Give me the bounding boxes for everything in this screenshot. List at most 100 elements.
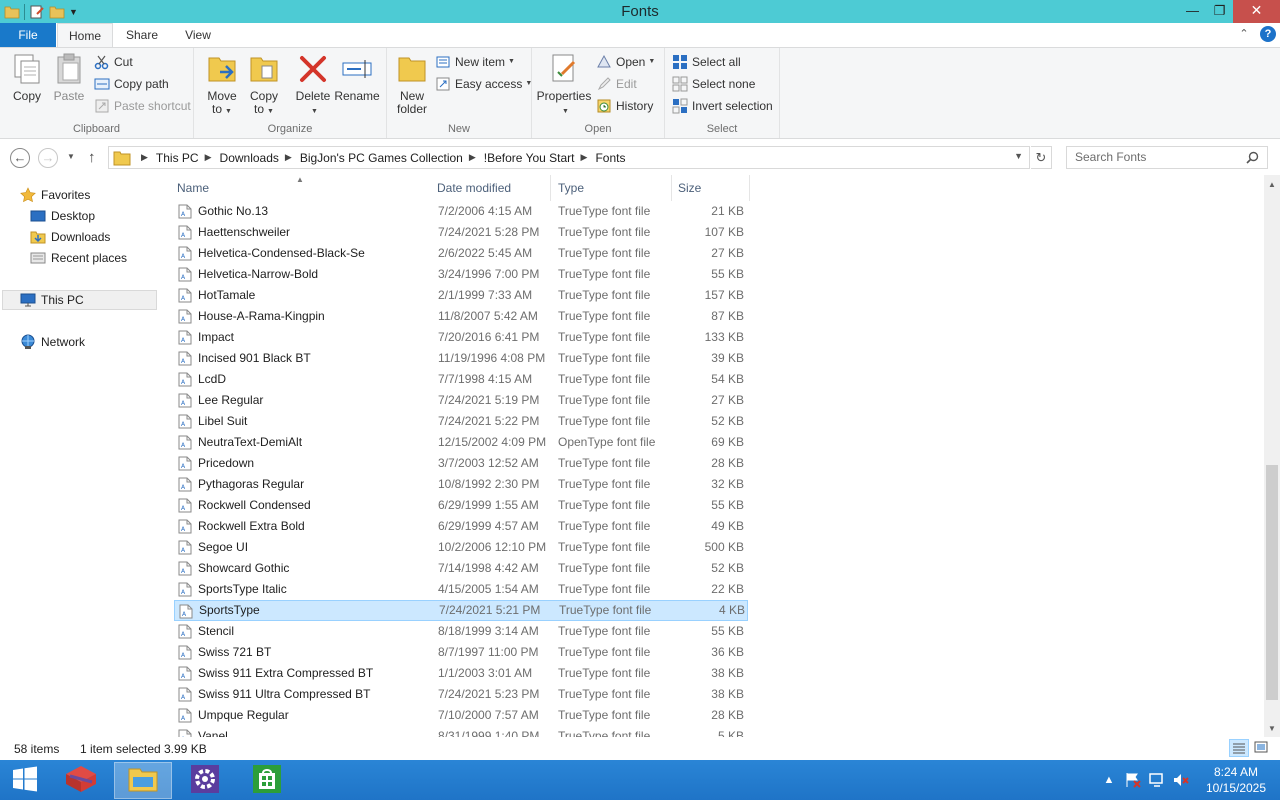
address-bar[interactable]: ▶ This PC ▶ Downloads ▶ BigJon's PC Game…: [108, 146, 1030, 169]
address-dropdown-icon[interactable]: ▼: [1014, 151, 1023, 161]
up-button[interactable]: ↑: [88, 149, 96, 166]
tab-share[interactable]: Share: [118, 23, 166, 47]
breadcrumb-downloads[interactable]: Downloads: [220, 151, 279, 165]
volume-muted-icon[interactable]: [1172, 771, 1190, 789]
scrollbar-thumb[interactable]: [1266, 465, 1278, 700]
file-row[interactable]: A Helvetica-Narrow-Bold 3/24/1996 7:00 PM T…: [174, 264, 748, 285]
back-button[interactable]: ←: [10, 148, 30, 168]
easy-access-button[interactable]: Easy access ▼: [435, 74, 532, 94]
taskbar-clock[interactable]: 8:24 AM 10/15/2025: [1196, 764, 1276, 796]
action-center-flag-icon[interactable]: [1124, 771, 1142, 789]
history-button[interactable]: History: [596, 96, 653, 116]
breadcrumb-fonts[interactable]: Fonts: [595, 151, 625, 165]
tab-home[interactable]: Home: [57, 23, 113, 47]
breadcrumb-separator-icon[interactable]: ▶: [141, 152, 148, 163]
new-folder-button[interactable]: New folder: [393, 52, 431, 116]
maximize-button[interactable]: ❐: [1206, 0, 1233, 23]
breadcrumb-separator-icon[interactable]: ▶: [285, 152, 292, 163]
taskbar-file-explorer[interactable]: [114, 762, 172, 799]
scroll-up-icon[interactable]: ▲: [1264, 177, 1280, 193]
minimize-button[interactable]: —: [1179, 0, 1206, 23]
nav-recent-places[interactable]: Recent places: [30, 248, 127, 268]
file-row[interactable]: A SportsType 7/24/2021 5:21 PM TrueType fon…: [174, 600, 748, 621]
tab-file[interactable]: File: [0, 23, 56, 47]
edit-button[interactable]: Edit: [596, 74, 637, 94]
nav-this-pc[interactable]: This PC: [2, 290, 157, 310]
nav-favorites[interactable]: Favorites: [20, 185, 90, 205]
move-to-button[interactable]: Move to ▼: [202, 52, 242, 118]
file-row[interactable]: A Swiss 721 BT 8/7/1997 11:00 PM TrueType f…: [174, 642, 748, 663]
file-row[interactable]: A Rockwell Condensed 6/29/1999 1:55 AM True…: [174, 495, 748, 516]
help-icon[interactable]: ?: [1260, 26, 1276, 42]
file-row[interactable]: A Umpque Regular 7/10/2000 7:57 AM TrueType…: [174, 705, 748, 726]
column-header-size[interactable]: Size: [666, 175, 750, 201]
breadcrumb-separator-icon[interactable]: ▶: [205, 152, 212, 163]
file-row[interactable]: A LcdD 7/7/1998 4:15 AM TrueType font file 5…: [174, 369, 748, 390]
file-row[interactable]: A Stencil 8/18/1999 3:14 AM TrueType font f…: [174, 621, 748, 642]
large-icons-view-icon[interactable]: [1252, 739, 1272, 757]
select-none-button[interactable]: Select none: [672, 74, 755, 94]
nav-downloads[interactable]: Downloads: [30, 227, 110, 247]
file-row[interactable]: A Lee Regular 7/24/2021 5:19 PM TrueType fo…: [174, 390, 748, 411]
file-size: 38 KB: [711, 666, 744, 680]
file-row[interactable]: A HotTamale 2/1/1999 7:33 AM TrueType font …: [174, 285, 748, 306]
column-header-type[interactable]: Type: [546, 175, 672, 201]
search-input[interactable]: Search Fonts: [1066, 146, 1268, 169]
start-button[interactable]: [0, 762, 50, 799]
file-row[interactable]: A Gothic No.13 7/2/2006 4:15 AM TrueType fo…: [174, 201, 748, 222]
file-row[interactable]: A House-A-Rama-Kingpin 11/8/2007 5:42 AM Tr…: [174, 306, 748, 327]
file-row[interactable]: A Swiss 911 Extra Compressed BT 1/1/2003 3…: [174, 663, 748, 684]
file-row[interactable]: A Showcard Gothic 7/14/1998 4:42 AM TrueTyp…: [174, 558, 748, 579]
breadcrumb-before-you-start[interactable]: !Before You Start: [484, 151, 575, 165]
tab-view[interactable]: View: [174, 23, 222, 47]
file-row[interactable]: A Incised 901 Black BT 11/19/1996 4:08 PM T…: [174, 348, 748, 369]
taskbar-winrar[interactable]: [52, 762, 110, 799]
invert-selection-button[interactable]: Invert selection: [672, 96, 773, 116]
file-row[interactable]: A Vanel 8/31/1999 1:40 PM TrueType font fil…: [174, 726, 748, 737]
nav-desktop[interactable]: Desktop: [30, 206, 95, 226]
refresh-button[interactable]: ↻: [1031, 146, 1052, 169]
paste-button[interactable]: Paste: [50, 52, 88, 103]
folder-icon: [113, 150, 131, 166]
rename-button[interactable]: Rename: [334, 52, 380, 103]
file-row[interactable]: A Swiss 911 Ultra Compressed BT 7/24/2021 …: [174, 684, 748, 705]
nav-network[interactable]: Network: [20, 332, 85, 352]
delete-button[interactable]: Delete ▼: [292, 52, 334, 118]
breadcrumb-separator-icon[interactable]: ▶: [581, 152, 588, 163]
column-header-date-modified[interactable]: Date modified: [425, 175, 551, 201]
paste-shortcut-button[interactable]: Paste shortcut: [94, 96, 191, 116]
show-hidden-icons-icon[interactable]: ▲: [1100, 771, 1118, 789]
open-button[interactable]: Open ▼: [596, 52, 655, 72]
file-row[interactable]: A Impact 7/20/2016 6:41 PM TrueType font fi…: [174, 327, 748, 348]
file-row[interactable]: A NeutraText-DemiAlt 12/15/2002 4:09 PM Ope…: [174, 432, 748, 453]
minimize-ribbon-icon[interactable]: ⌃: [1236, 26, 1252, 42]
forward-button[interactable]: →: [38, 148, 58, 168]
taskbar-control-panel[interactable]: [176, 762, 234, 799]
copy-to-button[interactable]: Copy to ▼: [244, 52, 284, 118]
copy-path-button[interactable]: Copy path: [94, 74, 169, 94]
file-row[interactable]: A SportsType Italic 4/15/2005 1:54 AM TrueT…: [174, 579, 748, 600]
file-row[interactable]: A Helvetica-Condensed-Black-Se 2/6/2022 5:…: [174, 243, 748, 264]
scroll-down-icon[interactable]: ▼: [1264, 721, 1280, 737]
breadcrumb-this-pc[interactable]: This PC: [156, 151, 199, 165]
file-row[interactable]: A Pricedown 3/7/2003 12:52 AM TrueType font…: [174, 453, 748, 474]
start-icon: [12, 766, 38, 795]
properties-button[interactable]: Properties ▼: [536, 52, 592, 118]
close-button[interactable]: ✕: [1233, 0, 1280, 23]
recent-locations-button[interactable]: ▼: [67, 152, 75, 161]
file-row[interactable]: A Pythagoras Regular 10/8/1992 2:30 PM True…: [174, 474, 748, 495]
file-row[interactable]: A Rockwell Extra Bold 6/29/1999 4:57 AM Tru…: [174, 516, 748, 537]
cut-button[interactable]: Cut: [94, 52, 133, 72]
vertical-scrollbar[interactable]: ▲ ▼: [1264, 175, 1280, 737]
new-item-button[interactable]: New item ▼: [435, 52, 515, 72]
breadcrumb-games-collection[interactable]: BigJon's PC Games Collection: [300, 151, 463, 165]
file-row[interactable]: A Haettenschweiler 7/24/2021 5:28 PM TrueTy…: [174, 222, 748, 243]
copy-button[interactable]: Copy: [8, 52, 46, 103]
details-view-icon[interactable]: [1229, 739, 1249, 757]
breadcrumb-separator-icon[interactable]: ▶: [469, 152, 476, 163]
select-all-button[interactable]: Select all: [672, 52, 741, 72]
taskbar-store[interactable]: [238, 762, 296, 799]
file-row[interactable]: A Libel Suit 7/24/2021 5:22 PM TrueType fon…: [174, 411, 748, 432]
file-row[interactable]: A Segoe UI 10/2/2006 12:10 PM TrueType font…: [174, 537, 748, 558]
network-status-icon[interactable]: [1148, 771, 1166, 789]
